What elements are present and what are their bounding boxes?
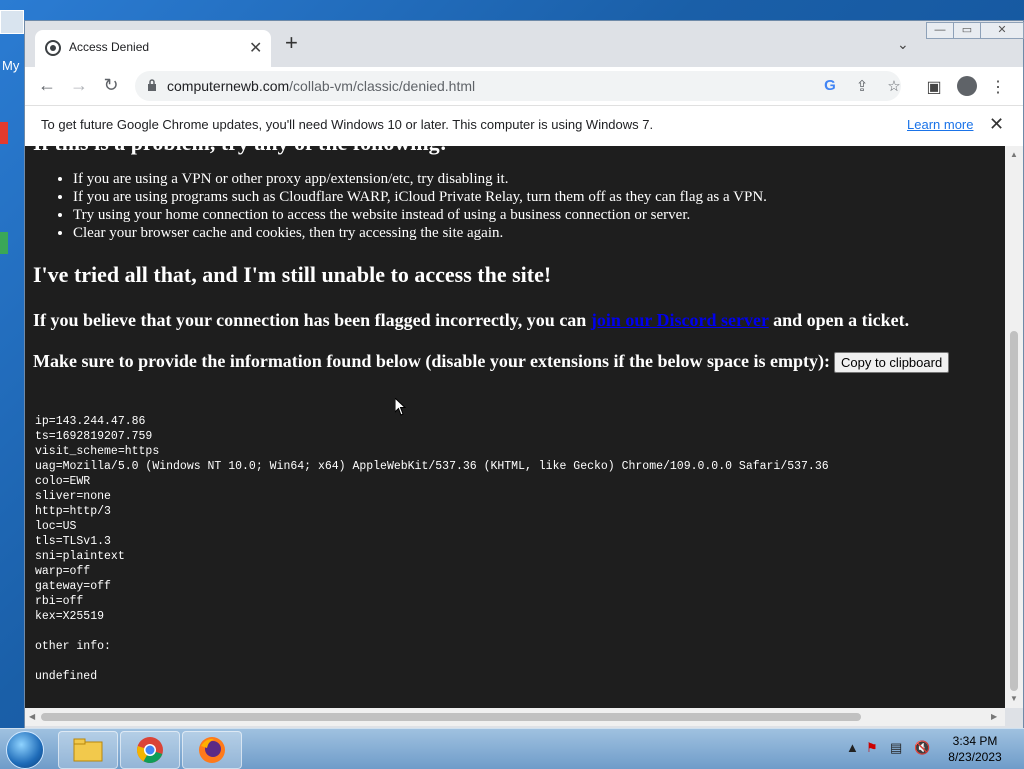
scroll-down-icon[interactable]: ▼ (1010, 694, 1018, 703)
tab-access-denied[interactable]: Access Denied ✕ (35, 30, 271, 67)
network-icon[interactable]: ▤ (890, 740, 902, 756)
scroll-left-icon[interactable]: ◀ (29, 712, 35, 721)
clock-date: 8/23/2023 (948, 750, 1002, 764)
close-window-button[interactable]: ✕ (980, 22, 1024, 39)
forward-arrow-icon[interactable]: → (69, 75, 89, 95)
vertical-scroll-thumb[interactable] (1010, 331, 1018, 691)
chrome-taskbar-button[interactable] (120, 731, 180, 769)
partial-heading: If this is a problem, try any of the fol… (33, 146, 447, 156)
list-item: Clear your browser cache and cookies, th… (73, 224, 767, 242)
tab-close-icon[interactable]: ✕ (249, 38, 262, 58)
computer-desktop-icon[interactable] (0, 10, 24, 34)
copy-to-clipboard-button[interactable]: Copy to clipboard (834, 352, 950, 374)
app-desktop-icon[interactable] (0, 232, 8, 254)
scroll-right-icon[interactable]: ▶ (991, 712, 997, 721)
bookmark-star-icon[interactable]: ☆ (885, 77, 903, 95)
action-center-icon[interactable]: ⚑ (866, 740, 878, 756)
chrome-icon (137, 737, 163, 764)
new-tab-button[interactable]: + (285, 32, 298, 54)
share-icon[interactable]: ⇪ (853, 77, 871, 95)
site-favicon-icon (45, 40, 61, 56)
window-controls: — ▭ ✕ (926, 22, 1024, 39)
tab-search-chevron-icon[interactable]: ⌄ (897, 36, 909, 53)
browser-toolbar: ← → ↻ computernewb.com/collab-vm/classic… (25, 67, 1023, 105)
page-content: If this is a problem, try any of the fol… (25, 146, 1005, 708)
maximize-button[interactable]: ▭ (953, 22, 981, 39)
side-panel-icon[interactable]: ▣ (925, 77, 943, 97)
update-infobar: To get future Google Chrome updates, you… (25, 105, 1023, 147)
google-lens-icon[interactable]: G (821, 77, 839, 94)
provide-info-paragraph: Make sure to provide the information fou… (33, 351, 950, 374)
address-bar[interactable]: computernewb.com/collab-vm/classic/denie… (135, 71, 901, 101)
infobar-message: To get future Google Chrome updates, you… (41, 117, 654, 132)
infobar-close-icon[interactable]: ✕ (989, 114, 1004, 135)
start-button[interactable] (6, 731, 44, 769)
discord-link[interactable]: join our Discord server (591, 310, 769, 330)
learn-more-link[interactable]: Learn more (907, 117, 973, 132)
clock[interactable]: 3:34 PM 8/23/2023 (940, 733, 1010, 765)
browser-window: Access Denied ✕ + ⌄ — ▭ ✕ ← → ↻ computer… (24, 20, 1024, 730)
folder-icon (73, 738, 103, 762)
page-heading: I've tried all that, and I'm still unabl… (33, 262, 552, 287)
horizontal-scroll-thumb[interactable] (41, 713, 861, 721)
taskbar: ▲ ⚑ ▤ 🔇 3:34 PM 8/23/2023 (0, 728, 1024, 769)
lock-icon (148, 79, 156, 91)
volume-muted-icon[interactable]: 🔇 (914, 740, 930, 756)
list-item: Try using your home connection to access… (73, 206, 767, 224)
vertical-scrollbar[interactable]: ▲ ▼ (1005, 146, 1023, 708)
firefox-taskbar-button[interactable] (182, 731, 242, 769)
mouse-cursor-icon (395, 398, 407, 416)
flagged-paragraph: If you believe that your connection has … (33, 310, 910, 330)
windows-explorer-taskbar-button[interactable] (58, 731, 118, 769)
horizontal-scrollbar[interactable]: ◀ ▶ (25, 708, 1005, 726)
minimize-button[interactable]: — (926, 22, 954, 39)
clock-time: 3:34 PM (952, 734, 998, 748)
tab-title: Access Denied (69, 40, 150, 54)
firefox-icon (199, 737, 225, 763)
troubleshooting-list: If you are using a VPN or other proxy ap… (33, 170, 767, 242)
scroll-up-icon[interactable]: ▲ (1010, 150, 1018, 159)
trace-info-block: ip=143.244.47.86 ts=1692819207.759 visit… (35, 415, 829, 683)
show-hidden-icons-icon[interactable]: ▲ (846, 740, 859, 755)
profile-avatar-icon[interactable] (957, 76, 977, 96)
list-item: If you are using programs such as Cloudf… (73, 188, 767, 206)
menu-kebab-icon[interactable]: ⋮ (989, 77, 1007, 97)
tab-strip: Access Denied ✕ + ⌄ — ▭ ✕ (25, 21, 1024, 67)
list-item: If you are using a VPN or other proxy ap… (73, 170, 767, 188)
back-arrow-icon[interactable]: ← (37, 75, 57, 95)
reload-icon[interactable]: ↻ (101, 75, 121, 95)
desktop-icon-label: My (2, 58, 20, 73)
app-desktop-icon[interactable] (0, 122, 8, 144)
url-text[interactable]: computernewb.com/collab-vm/classic/denie… (167, 78, 475, 94)
